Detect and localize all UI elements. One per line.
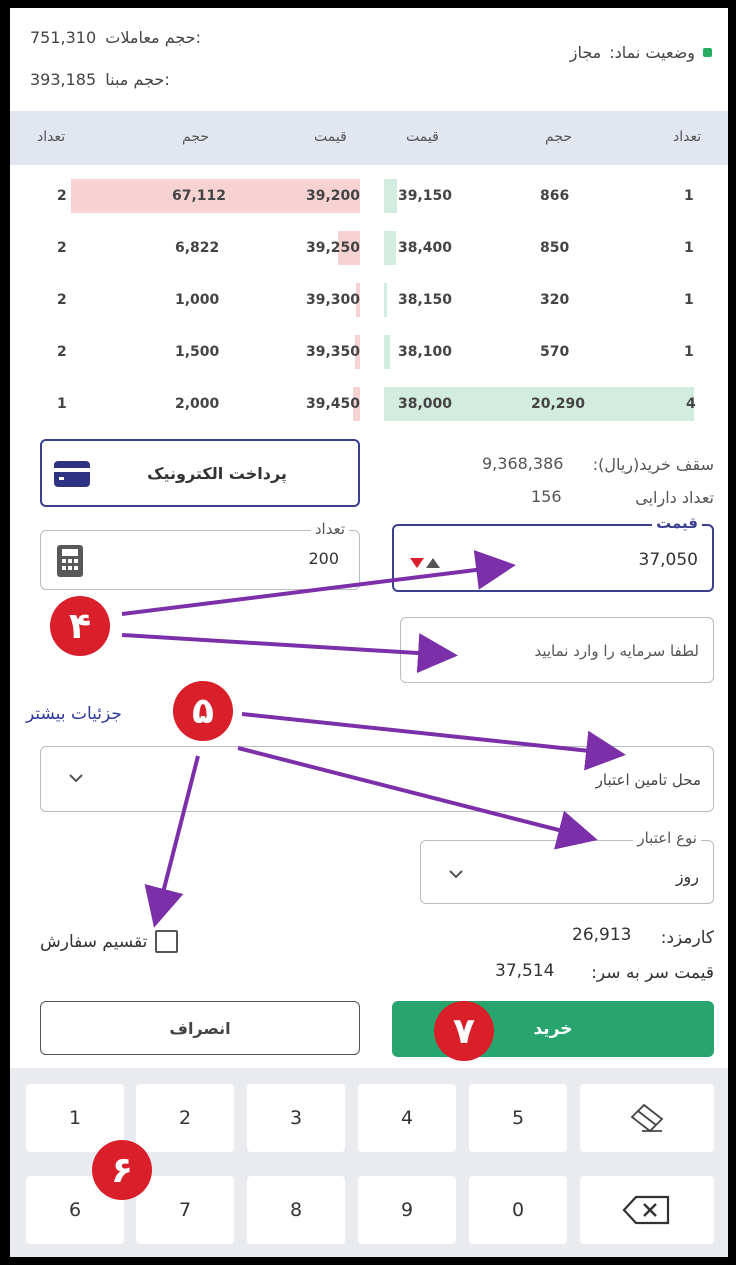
annotation-arrows [121, 550, 626, 928]
annotation-badge-5: ۵ [173, 681, 233, 741]
annotation-badge-7: ۷ [434, 1001, 494, 1061]
order-screen: 751,310 حجم معاملات: 393,185 حجم مبنا: و… [10, 8, 728, 1257]
annotation-badge-6: ۶ [92, 1140, 152, 1200]
annotation-badge-4: ۴ [50, 596, 110, 656]
